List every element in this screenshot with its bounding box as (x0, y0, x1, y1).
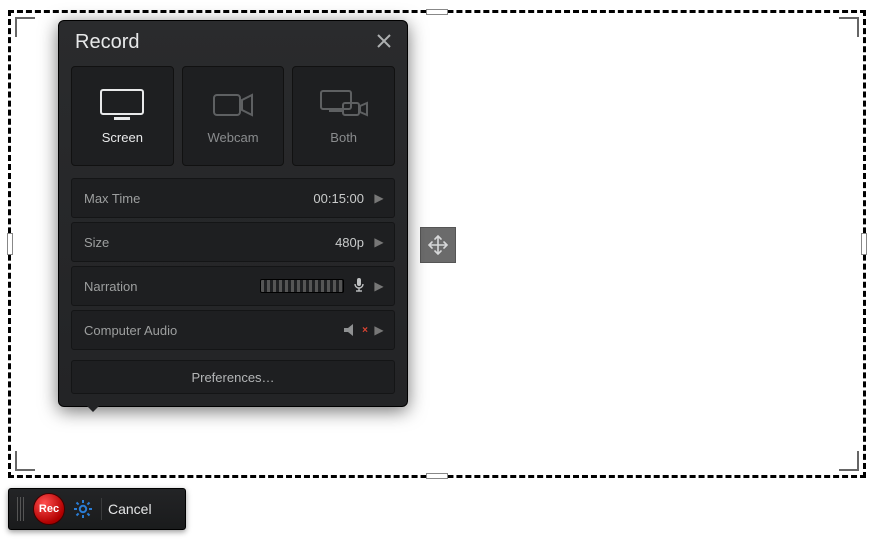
settings-button[interactable] (73, 499, 93, 519)
record-button-label: Rec (39, 503, 59, 515)
close-icon (377, 34, 391, 48)
microphone-icon (352, 277, 366, 296)
both-icon (319, 88, 369, 122)
corner-handle-tr[interactable] (839, 17, 859, 37)
source-screen-label: Screen (102, 130, 143, 145)
popover-title: Record (75, 31, 139, 54)
close-button[interactable] (377, 32, 391, 53)
row-narration[interactable]: Narration ▶ (71, 266, 395, 306)
source-row: Screen Webcam Both (59, 66, 407, 178)
corner-handle-bl[interactable] (15, 451, 35, 471)
source-webcam-label: Webcam (207, 130, 258, 145)
max-time-value: 00:15:00 (313, 191, 364, 206)
source-both-label: Both (330, 130, 357, 145)
popover-header: Record (59, 21, 407, 66)
row-computer-audio[interactable]: Computer Audio × ▶ (71, 310, 395, 350)
chevron-right-icon: ▶ (374, 279, 384, 293)
recorder-toolbar: Rec Cancel (8, 488, 186, 530)
source-screen[interactable]: Screen (71, 66, 174, 166)
settings-rows: Max Time 00:15:00 ▶ Size 480p ▶ Narratio… (59, 178, 407, 350)
chevron-right-icon: ▶ (374, 323, 384, 337)
row-size[interactable]: Size 480p ▶ (71, 222, 395, 262)
move-arrows-icon (427, 234, 449, 256)
max-time-label: Max Time (84, 191, 140, 206)
record-popover: Record Screen Webcam (58, 20, 408, 407)
move-region-button[interactable] (420, 227, 456, 263)
preferences-button[interactable]: Preferences… (71, 360, 395, 394)
edge-handle-bottom[interactable] (426, 473, 448, 479)
preferences-label: Preferences… (191, 370, 274, 385)
drag-grip[interactable] (17, 497, 25, 521)
size-label: Size (84, 235, 109, 250)
cancel-button-label: Cancel (108, 501, 152, 517)
source-webcam[interactable]: Webcam (182, 66, 285, 166)
narration-label: Narration (84, 279, 137, 294)
screen-icon (99, 88, 145, 122)
corner-handle-tl[interactable] (15, 17, 35, 37)
computer-audio-label: Computer Audio (84, 323, 177, 338)
corner-handle-br[interactable] (839, 451, 859, 471)
cancel-button[interactable]: Cancel (101, 498, 152, 520)
chevron-right-icon: ▶ (374, 235, 384, 249)
edge-handle-left[interactable] (7, 233, 13, 255)
source-both[interactable]: Both (292, 66, 395, 166)
edge-handle-right[interactable] (861, 233, 867, 255)
size-value: 480p (335, 235, 364, 250)
row-max-time[interactable]: Max Time 00:15:00 ▶ (71, 178, 395, 218)
speaker-muted-icon: × (343, 323, 368, 337)
record-button[interactable]: Rec (33, 493, 65, 525)
edge-handle-top[interactable] (426, 9, 448, 15)
chevron-right-icon: ▶ (374, 191, 384, 205)
gear-icon (73, 499, 93, 519)
webcam-icon (210, 88, 256, 122)
vu-meter (260, 279, 344, 293)
